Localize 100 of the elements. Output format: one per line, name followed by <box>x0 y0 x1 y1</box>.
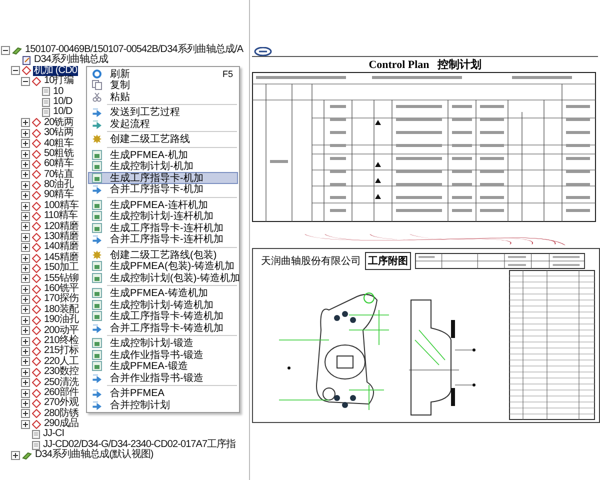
tree-item[interactable]: 90精车 <box>43 190 74 201</box>
menu-item[interactable]: 合并工序指导卡-连杆机加 <box>88 234 238 245</box>
tree-item[interactable]: 290成品 <box>43 419 80 430</box>
expander-icon[interactable] <box>21 139 30 148</box>
tree-item[interactable]: 190油孔 <box>43 315 80 326</box>
expander-icon[interactable] <box>21 378 30 388</box>
menu-item[interactable]: 生成工序指导卡-连杆机加 <box>88 222 238 234</box>
tree-item[interactable]: 215打标 <box>43 346 80 357</box>
menu-item[interactable]: 生成PFMEA-连杆机加 <box>88 199 238 210</box>
document-icon <box>22 56 31 66</box>
tree-item[interactable]: 170探伤 <box>43 294 80 305</box>
menu-item[interactable]: 生成控制计划-锻造 <box>88 338 238 349</box>
expander-icon[interactable] <box>21 202 30 211</box>
arrow-icon <box>92 400 102 410</box>
expander-icon[interactable] <box>1 46 10 55</box>
expander-icon[interactable] <box>21 420 30 429</box>
expander-icon[interactable] <box>21 264 30 273</box>
menu-item[interactable]: 生成PFMEA-铸造机加 <box>88 288 238 299</box>
menu-item[interactable]: 合并工序指导卡-机加 <box>88 184 238 195</box>
gear-icon <box>92 250 102 260</box>
expander-icon[interactable] <box>21 150 30 159</box>
expander-icon[interactable] <box>21 388 30 398</box>
menu-item[interactable]: 合并作业指导书-锻造 <box>88 372 238 384</box>
menu-item[interactable]: 生成控制计划-铸造机加 <box>88 299 238 310</box>
expander-icon[interactable] <box>21 357 30 366</box>
menu-item[interactable]: 发送到工艺过程 <box>88 106 238 118</box>
tree-item[interactable]: 150加工 <box>43 263 80 274</box>
expander-icon[interactable] <box>11 66 20 76</box>
expander-icon[interactable] <box>21 347 30 356</box>
expander-icon[interactable] <box>21 180 30 190</box>
menu-item[interactable]: 复制 <box>88 80 238 91</box>
menu-item[interactable]: 发起流程 <box>88 118 238 130</box>
tree-item[interactable]: 250清洗 <box>43 378 80 388</box>
tree-item[interactable]: 230数控 <box>43 367 80 378</box>
expander-icon[interactable] <box>21 274 30 284</box>
document-icon <box>92 261 102 272</box>
operation-node-icon <box>32 139 41 148</box>
menu-item[interactable]: 合并工序指导卡-铸造机加 <box>88 322 238 334</box>
operation-node-icon <box>32 243 41 252</box>
expander-icon[interactable] <box>11 450 20 460</box>
menu-item[interactable]: 生成PFMEA-锻造 <box>88 360 238 372</box>
menu-item[interactable]: 生成PFMEA-机加 <box>88 149 238 160</box>
menu-item[interactable]: 合并PFMEA <box>88 388 238 399</box>
expander-icon[interactable] <box>21 243 30 252</box>
tree-item[interactable]: D34系列曲轴总成 <box>33 55 110 66</box>
menu-item[interactable]: 创建二级工艺路线 <box>88 134 238 145</box>
menu-item[interactable]: 生成控制计划-连杆机加 <box>88 210 238 222</box>
operation-node-icon <box>32 160 41 169</box>
operation-node-icon <box>32 180 41 190</box>
menu-item[interactable]: 生成作业指导书-锻造 <box>88 349 238 360</box>
expander-icon[interactable] <box>21 398 30 408</box>
expander-icon[interactable] <box>21 326 30 336</box>
menu-item[interactable]: 生成控制计划(包装)-铸造机加 <box>88 272 238 284</box>
tree-item[interactable]: D34系列曲轴总成(默认视图) <box>34 450 154 461</box>
tree-item[interactable]: 220人工 <box>43 356 80 368</box>
menu-item[interactable]: 生成控制计划-机加 <box>88 160 238 172</box>
expander-icon[interactable] <box>21 409 30 418</box>
operation-node-icon <box>32 150 41 159</box>
tree-item[interactable]: JJ-CI <box>42 429 66 440</box>
tree-item[interactable]: 270外观 <box>43 398 80 409</box>
menu-item[interactable]: 生成工序指导卡-铸造机加 <box>88 310 238 322</box>
tree-item[interactable]: 60精车 <box>43 159 74 170</box>
shortcut-label: F5 <box>222 68 233 79</box>
arrow-icon <box>92 372 102 383</box>
expander-icon[interactable] <box>21 222 30 232</box>
operation-node-icon <box>32 264 41 273</box>
expander-icon[interactable] <box>21 191 30 200</box>
menu-item[interactable]: 生成工序指导卡-机加 <box>88 172 238 184</box>
tree-item[interactable]: 10打编 <box>43 76 74 87</box>
menu-item[interactable]: 刷新 F5 <box>88 68 238 80</box>
tree-item[interactable]: 30钻两 <box>43 128 74 139</box>
tree-item[interactable]: 10/D <box>52 107 74 118</box>
expander-icon[interactable] <box>21 118 30 128</box>
tree-item[interactable]: 140精磨 <box>43 242 80 253</box>
expander-icon[interactable] <box>21 305 30 314</box>
menu-item[interactable]: 粘贴 <box>88 91 238 102</box>
expander-icon[interactable] <box>21 254 30 262</box>
tree-item[interactable]: 200动平 <box>43 326 80 336</box>
expander-icon[interactable] <box>21 284 30 294</box>
expander-icon[interactable] <box>21 232 30 242</box>
expander-icon[interactable] <box>21 368 30 377</box>
expander-icon[interactable] <box>21 170 30 180</box>
menu-item[interactable]: 生成PFMEA(包装)-铸造机加 <box>88 260 238 272</box>
tree-item[interactable]: 10 <box>52 86 64 97</box>
tree-item[interactable]: 155钻铆 <box>43 274 80 284</box>
tree-item[interactable]: 110精车 <box>43 211 79 222</box>
menu-item[interactable]: 合并控制计划 <box>88 399 238 410</box>
expander-icon[interactable] <box>21 316 30 325</box>
expander-icon[interactable] <box>21 212 30 221</box>
tree-item[interactable]: 260部件 <box>43 388 80 398</box>
tree-item[interactable]: 10/D <box>52 96 74 108</box>
expander-icon[interactable] <box>21 336 30 346</box>
expander-icon[interactable] <box>21 295 30 304</box>
expander-icon[interactable] <box>21 76 30 86</box>
expander-icon[interactable] <box>21 160 30 169</box>
expander-icon[interactable] <box>21 128 30 138</box>
menu-item[interactable]: 创建二级工艺路线(包装) <box>88 249 238 260</box>
tree-item[interactable]: 160铣平 <box>43 284 80 294</box>
tree-item[interactable]: 40粗车 <box>43 138 74 149</box>
tree-item[interactable]: 20铣两 <box>43 118 74 128</box>
